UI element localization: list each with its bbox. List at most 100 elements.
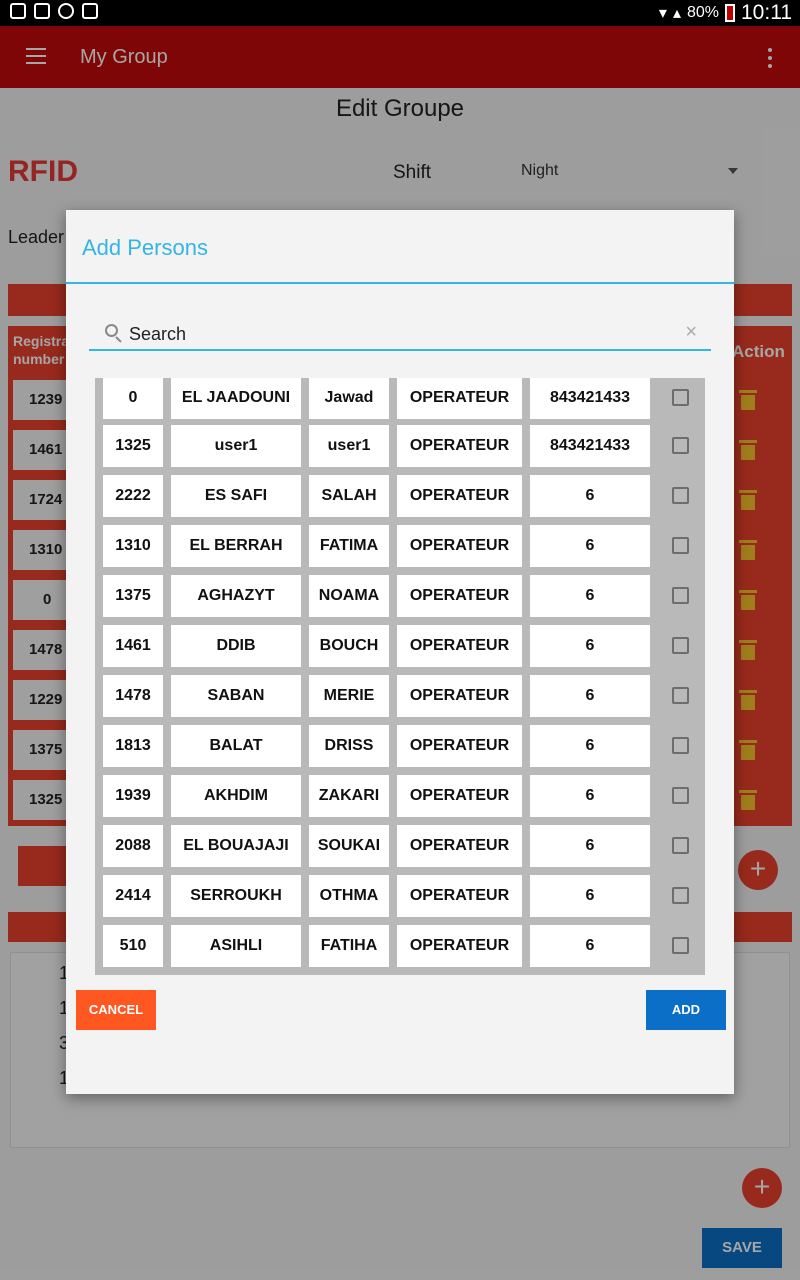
person-number: 6 <box>530 875 650 917</box>
table-row: 1461 DDIB BOUCH OPERATEUR 6 <box>95 625 705 667</box>
person-last-name: ASIHLI <box>171 925 301 967</box>
select-checkbox[interactable] <box>672 487 689 504</box>
add-button[interactable]: ADD <box>646 990 726 1030</box>
person-first-name: Jawad <box>309 378 389 419</box>
table-row: 1939 AKHDIM ZAKARI OPERATEUR 6 <box>95 775 705 817</box>
person-last-name: SABAN <box>171 675 301 717</box>
person-first-name: ZAKARI <box>309 775 389 817</box>
person-id: 1325 <box>103 425 163 467</box>
person-id: 2088 <box>103 825 163 867</box>
person-number: 843421433 <box>530 425 650 467</box>
person-number: 6 <box>530 925 650 967</box>
person-last-name: DDIB <box>171 625 301 667</box>
person-first-name: user1 <box>309 425 389 467</box>
download-icon <box>82 3 98 19</box>
person-role: OPERATEUR <box>397 725 522 767</box>
person-number: 6 <box>530 675 650 717</box>
person-first-name: SOUKAI <box>309 825 389 867</box>
table-row: 1813 BALAT DRISS OPERATEUR 6 <box>95 725 705 767</box>
status-bar: ▾ ▴ 80% 10:11 <box>0 0 800 26</box>
person-role: OPERATEUR <box>397 875 522 917</box>
person-last-name: AKHDIM <box>171 775 301 817</box>
person-number: 6 <box>530 775 650 817</box>
add-persons-dialog: Add Persons × 0 EL JAADOUNI Jawad OPERAT… <box>66 210 734 1094</box>
search-icon <box>105 324 123 343</box>
select-checkbox[interactable] <box>672 587 689 604</box>
person-id: 1461 <box>103 625 163 667</box>
person-number: 6 <box>530 575 650 617</box>
person-last-name: user1 <box>171 425 301 467</box>
person-last-name: ES SAFI <box>171 475 301 517</box>
person-last-name: EL BOUAJAJI <box>171 825 301 867</box>
person-first-name: DRISS <box>309 725 389 767</box>
person-number: 6 <box>530 625 650 667</box>
table-row: 2088 EL BOUAJAJI SOUKAI OPERATEUR 6 <box>95 825 705 867</box>
select-checkbox[interactable] <box>672 737 689 754</box>
person-role: OPERATEUR <box>397 425 522 467</box>
table-row: 1375 AGHAZYT NOAMA OPERATEUR 6 <box>95 575 705 617</box>
person-number: 6 <box>530 825 650 867</box>
select-checkbox[interactable] <box>672 787 689 804</box>
image-icon <box>34 3 50 19</box>
person-first-name: MERIE <box>309 675 389 717</box>
table-row: 1310 EL BERRAH FATIMA OPERATEUR 6 <box>95 525 705 567</box>
select-checkbox[interactable] <box>672 637 689 654</box>
select-checkbox[interactable] <box>672 389 689 406</box>
person-first-name: NOAMA <box>309 575 389 617</box>
person-first-name: SALAH <box>309 475 389 517</box>
person-id: 2222 <box>103 475 163 517</box>
table-row: 0 EL JAADOUNI Jawad OPERATEUR 843421433 <box>95 378 705 419</box>
sync-icon <box>58 3 74 19</box>
person-id: 1478 <box>103 675 163 717</box>
person-first-name: FATIMA <box>309 525 389 567</box>
person-last-name: BALAT <box>171 725 301 767</box>
select-checkbox[interactable] <box>672 537 689 554</box>
select-checkbox[interactable] <box>672 437 689 454</box>
system-icons: ▾ ▴ 80% 10:11 <box>659 1 792 25</box>
person-last-name: EL JAADOUNI <box>171 378 301 419</box>
table-row: 2414 SERROUKH OTHMA OPERATEUR 6 <box>95 875 705 917</box>
select-checkbox[interactable] <box>672 837 689 854</box>
person-role: OPERATEUR <box>397 775 522 817</box>
battery-icon <box>725 4 735 22</box>
search-input[interactable] <box>129 321 669 347</box>
person-role: OPERATEUR <box>397 625 522 667</box>
wifi-icon: ▾ <box>658 5 667 22</box>
person-id: 0 <box>103 378 163 419</box>
person-number: 843421433 <box>530 378 650 419</box>
person-number: 6 <box>530 525 650 567</box>
signal-icon: ▴ <box>672 5 681 22</box>
person-role: OPERATEUR <box>397 475 522 517</box>
person-role: OPERATEUR <box>397 575 522 617</box>
person-number: 6 <box>530 725 650 767</box>
person-first-name: BOUCH <box>309 625 389 667</box>
person-last-name: AGHAZYT <box>171 575 301 617</box>
person-role: OPERATEUR <box>397 825 522 867</box>
table-row: 1325 user1 user1 OPERATEUR 843421433 <box>95 425 705 467</box>
person-role: OPERATEUR <box>397 925 522 967</box>
title-divider <box>66 282 734 284</box>
person-last-name: EL BERRAH <box>171 525 301 567</box>
table-row: 1478 SABAN MERIE OPERATEUR 6 <box>95 675 705 717</box>
battery-percent: 80% <box>686 4 719 21</box>
clear-search-icon[interactable]: × <box>685 321 697 344</box>
person-number: 6 <box>530 475 650 517</box>
person-role: OPERATEUR <box>397 675 522 717</box>
search-field: × <box>89 319 711 351</box>
person-first-name: FATIHA <box>309 925 389 967</box>
clock: 10:11 <box>741 1 792 24</box>
select-checkbox[interactable] <box>672 687 689 704</box>
table-row: 2222 ES SAFI SALAH OPERATEUR 6 <box>95 475 705 517</box>
select-checkbox[interactable] <box>672 937 689 954</box>
notification-icons <box>10 3 98 19</box>
person-id: 510 <box>103 925 163 967</box>
usb-icon <box>10 3 26 19</box>
cancel-button[interactable]: CANCEL <box>76 990 156 1030</box>
person-role: OPERATEUR <box>397 525 522 567</box>
person-id: 1939 <box>103 775 163 817</box>
table-row: 510 ASIHLI FATIHA OPERATEUR 6 <box>95 925 705 967</box>
dialog-title: Add Persons <box>82 235 208 260</box>
person-id: 1310 <box>103 525 163 567</box>
person-id: 1813 <box>103 725 163 767</box>
select-checkbox[interactable] <box>672 887 689 904</box>
